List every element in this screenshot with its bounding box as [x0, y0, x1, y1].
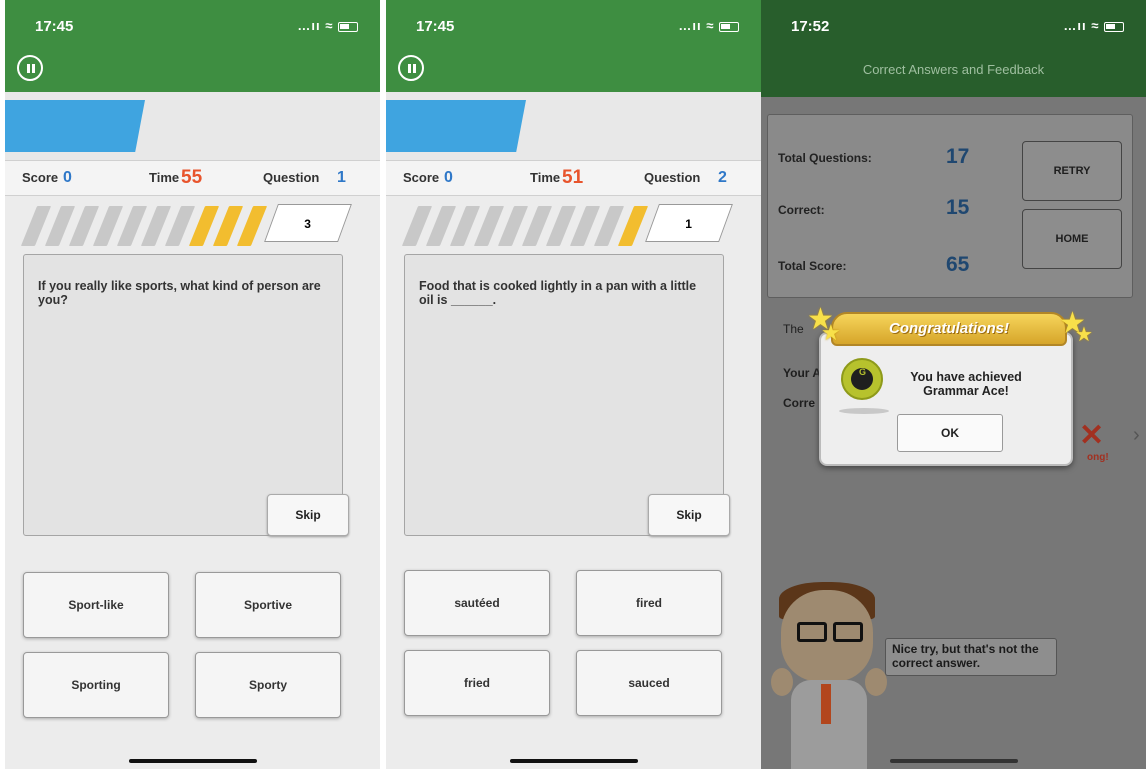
home-indicator[interactable]: [128, 759, 257, 763]
total-questions-label: Total Questions:: [778, 151, 872, 165]
chevron-right-icon[interactable]: ›: [1133, 424, 1140, 447]
signal-icon: …ıı ≈: [678, 18, 739, 33]
answer-button-3[interactable]: Sporting: [23, 652, 169, 718]
score-value: 0: [63, 169, 72, 186]
question-label: Question: [644, 170, 701, 185]
home-indicator[interactable]: [889, 759, 1018, 763]
character-hand: [865, 668, 887, 696]
quiz-screen-2: 17:45 …ıı ≈ Score 0 Time 51 Question 2 1…: [386, 0, 761, 769]
answer-button-2[interactable]: Sportive: [195, 572, 341, 638]
correct-answer-label: Corre: [783, 396, 816, 410]
time-label: Time: [149, 170, 180, 185]
question-text: Food that is cooked lightly in a pan wit…: [419, 279, 697, 307]
battery-icon: [719, 21, 739, 32]
home-indicator[interactable]: [509, 759, 638, 763]
remaining-counter: 3: [264, 204, 352, 242]
time-label: Time: [530, 170, 561, 185]
total-score-value: 65: [946, 253, 970, 276]
banner: [386, 92, 761, 160]
time-value: 51: [562, 167, 584, 188]
battery-icon: [1104, 21, 1124, 32]
score-label: Score: [403, 170, 440, 185]
status-time: 17:45: [35, 18, 74, 35]
star-icon: ★: [1075, 324, 1093, 346]
answer-button-4[interactable]: Sporty: [195, 652, 341, 718]
results-screen: 17:52 …ıı ≈ Correct Answers and Feedback…: [761, 0, 1146, 769]
question-number: 2: [718, 169, 727, 186]
correct-label: Correct:: [778, 203, 825, 217]
question-number: 1: [337, 169, 346, 186]
banner-shape: [386, 100, 526, 152]
answer-button-3[interactable]: fried: [404, 650, 550, 716]
skip-button[interactable]: Skip: [648, 494, 730, 536]
app-header: 17:52 …ıı ≈ Correct Answers and Feedback: [761, 0, 1146, 97]
glasses-icon: [797, 622, 827, 642]
feedback-speech-bubble: Nice try, but that's not the correct ans…: [885, 638, 1057, 676]
answer-button-1[interactable]: Sport-like: [23, 572, 169, 638]
wrong-x-icon: ✕: [1079, 419, 1105, 452]
badge-letter: G: [859, 367, 867, 377]
achievement-message: You have achieved Grammar Ace!: [910, 370, 1022, 398]
wrong-label: ong!: [1087, 452, 1109, 463]
badge-shadow: [839, 408, 889, 414]
answer-button-2[interactable]: fired: [576, 570, 722, 636]
status-time: 17:45: [416, 18, 455, 35]
info-bar: Score 0 Time 55 Question 1: [5, 160, 380, 196]
pause-icon[interactable]: [17, 55, 43, 81]
progress-segment: [617, 206, 649, 246]
question-text: If you really like sports, what kind of …: [38, 279, 321, 307]
star-icon: ★: [821, 320, 841, 345]
score-value: 0: [444, 169, 453, 186]
answer-the-text: The: [783, 322, 804, 336]
time-value: 55: [181, 167, 203, 188]
total-questions-value: 17: [946, 145, 970, 168]
banner-shape: [5, 100, 145, 152]
pause-icon[interactable]: [398, 55, 424, 81]
progress-segment: [236, 206, 268, 246]
quiz-screen-1: 17:45 …ıı ≈ Score 0 Time 55 Question 1 3…: [5, 0, 380, 769]
info-bar: Score 0 Time 51 Question 2: [386, 160, 761, 196]
spade-badge-icon: [841, 358, 883, 400]
app-header: 17:45 …ıı ≈: [386, 0, 761, 92]
banner: [5, 92, 380, 160]
ok-button[interactable]: OK: [897, 414, 1003, 452]
character-tie: [821, 684, 831, 724]
signal-icon: …ıı ≈: [1063, 18, 1124, 33]
total-score-label: Total Score:: [778, 259, 847, 273]
signal-icon: …ıı ≈: [297, 18, 358, 33]
congrats-ribbon: Congratulations!: [831, 312, 1067, 346]
glasses-icon: [833, 622, 863, 642]
remaining-counter: 1: [645, 204, 733, 242]
retry-button[interactable]: RETRY: [1022, 141, 1122, 201]
correct-value: 15: [946, 196, 970, 219]
question-label: Question: [263, 170, 320, 185]
answer-button-1[interactable]: sautéed: [404, 570, 550, 636]
app-header: 17:45 …ıı ≈: [5, 0, 380, 92]
home-button[interactable]: HOME: [1022, 209, 1122, 269]
score-label: Score: [22, 170, 59, 185]
your-answer-label: Your A: [783, 366, 821, 380]
battery-icon: [338, 21, 358, 32]
score-summary: Total Questions: 17 Correct: 15 Total Sc…: [767, 114, 1133, 298]
page-title: Correct Answers and Feedback: [862, 62, 1045, 77]
character-hand: [771, 668, 793, 696]
answer-button-4[interactable]: sauced: [576, 650, 722, 716]
skip-button[interactable]: Skip: [267, 494, 349, 536]
status-time: 17:52: [791, 18, 830, 35]
